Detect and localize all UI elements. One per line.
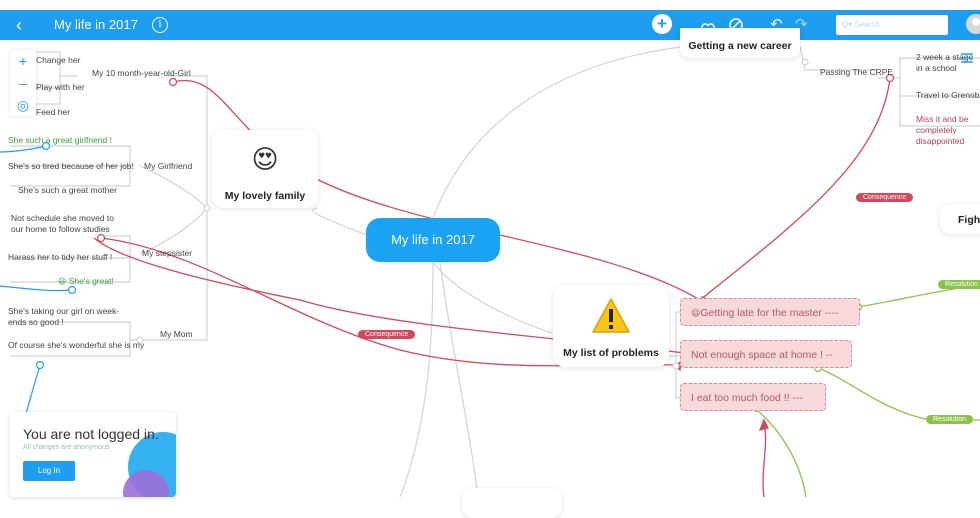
top-toolbar: ‹ My life in 2017 i + ↶ ↷ Q▾ Search xyxy=(0,10,980,40)
list-item[interactable]: Feed her xyxy=(36,107,70,117)
list-item[interactable]: Play with her xyxy=(36,82,85,92)
list-item[interactable]: She such a great girlfriend ! xyxy=(8,135,112,145)
list-item[interactable]: Not schedule she moved to our home to fo… xyxy=(11,213,126,235)
search-input[interactable]: Q▾ Search xyxy=(836,15,948,35)
problem-item[interactable]: 😃Getting late for the master ---- xyxy=(680,298,860,326)
problem-item[interactable]: I eat too much food !! --- xyxy=(680,383,826,411)
resolution-tag[interactable]: Resolution xyxy=(938,280,980,289)
list-item[interactable]: She's such a great mother xyxy=(18,185,117,195)
avatar[interactable] xyxy=(966,14,980,34)
list-item[interactable]: She's taking our girl on week-ends so go… xyxy=(8,306,128,328)
emoji-icon: 😃 xyxy=(691,308,701,318)
add-node-button[interactable]: + xyxy=(652,14,672,34)
warning-icon xyxy=(592,298,630,333)
node-career-label: Getting a new career xyxy=(688,40,792,52)
node-girlfriend[interactable]: My Girlfriend xyxy=(144,161,192,171)
resolution-tag[interactable]: Resolution xyxy=(926,415,974,424)
zoom-in-button[interactable]: + xyxy=(10,50,36,72)
list-item[interactable]: 😃 She's great! xyxy=(58,276,114,286)
menu-icon[interactable] xyxy=(961,53,973,63)
login-panel: You are not logged in. All changes are a… xyxy=(10,412,176,497)
list-item[interactable]: Travel to Grenoble xyxy=(916,90,980,100)
map-title[interactable]: My life in 2017 xyxy=(54,10,138,40)
zoom-control: + – ◎ xyxy=(10,50,36,116)
center-view-button[interactable]: ◎ xyxy=(10,94,36,116)
zoom-out-button[interactable]: – xyxy=(10,72,36,94)
emoji-icon: 😃 xyxy=(58,277,67,286)
node-partial[interactable] xyxy=(462,488,562,518)
login-title: You are not logged in. xyxy=(23,426,159,442)
list-item[interactable]: Miss it and be completely disappointed xyxy=(916,114,980,147)
node-crpe[interactable]: Passing The CRPE xyxy=(820,67,893,77)
list-item[interactable]: She's so tired because of her job! xyxy=(8,161,134,171)
node-problems[interactable]: My list of problems xyxy=(553,285,669,367)
login-subtitle: All changes are anonymous xyxy=(23,444,110,451)
list-item[interactable]: Change her xyxy=(36,55,80,65)
problem-label: Getting late for the master ---- xyxy=(700,307,839,319)
node-girl[interactable]: My 10 month-year-old-Girl xyxy=(92,68,191,78)
login-button[interactable]: Log In xyxy=(23,461,75,481)
node-stepsister[interactable]: My stepsister xyxy=(142,248,192,258)
node-problems-label: My list of problems xyxy=(563,347,659,359)
node-fight-label: Fight xyxy=(958,214,980,226)
heart-eyes-icon: 😍 xyxy=(251,144,279,174)
info-icon[interactable]: i xyxy=(152,17,168,33)
list-item-label: She's great! xyxy=(68,276,114,286)
node-family[interactable]: 😍 My lovely family xyxy=(212,130,318,208)
consequence-tag[interactable]: Consequence xyxy=(856,193,914,202)
node-career[interactable]: Getting a new career xyxy=(680,28,800,58)
list-item[interactable]: Of course she's wonderful she is my xyxy=(8,340,144,350)
node-family-label: My lovely family xyxy=(224,190,306,202)
central-topic[interactable]: My life in 2017 xyxy=(366,218,500,262)
problem-item[interactable]: Not enough space at home ! -- xyxy=(680,340,852,368)
node-fight[interactable]: Fight xyxy=(940,204,980,234)
node-mom[interactable]: My Mom xyxy=(160,329,193,339)
list-item[interactable]: Harass her to tidy her stuff ! xyxy=(8,252,112,262)
back-button[interactable]: ‹ xyxy=(16,10,22,40)
consequence-tag[interactable]: Consequence xyxy=(358,330,416,339)
